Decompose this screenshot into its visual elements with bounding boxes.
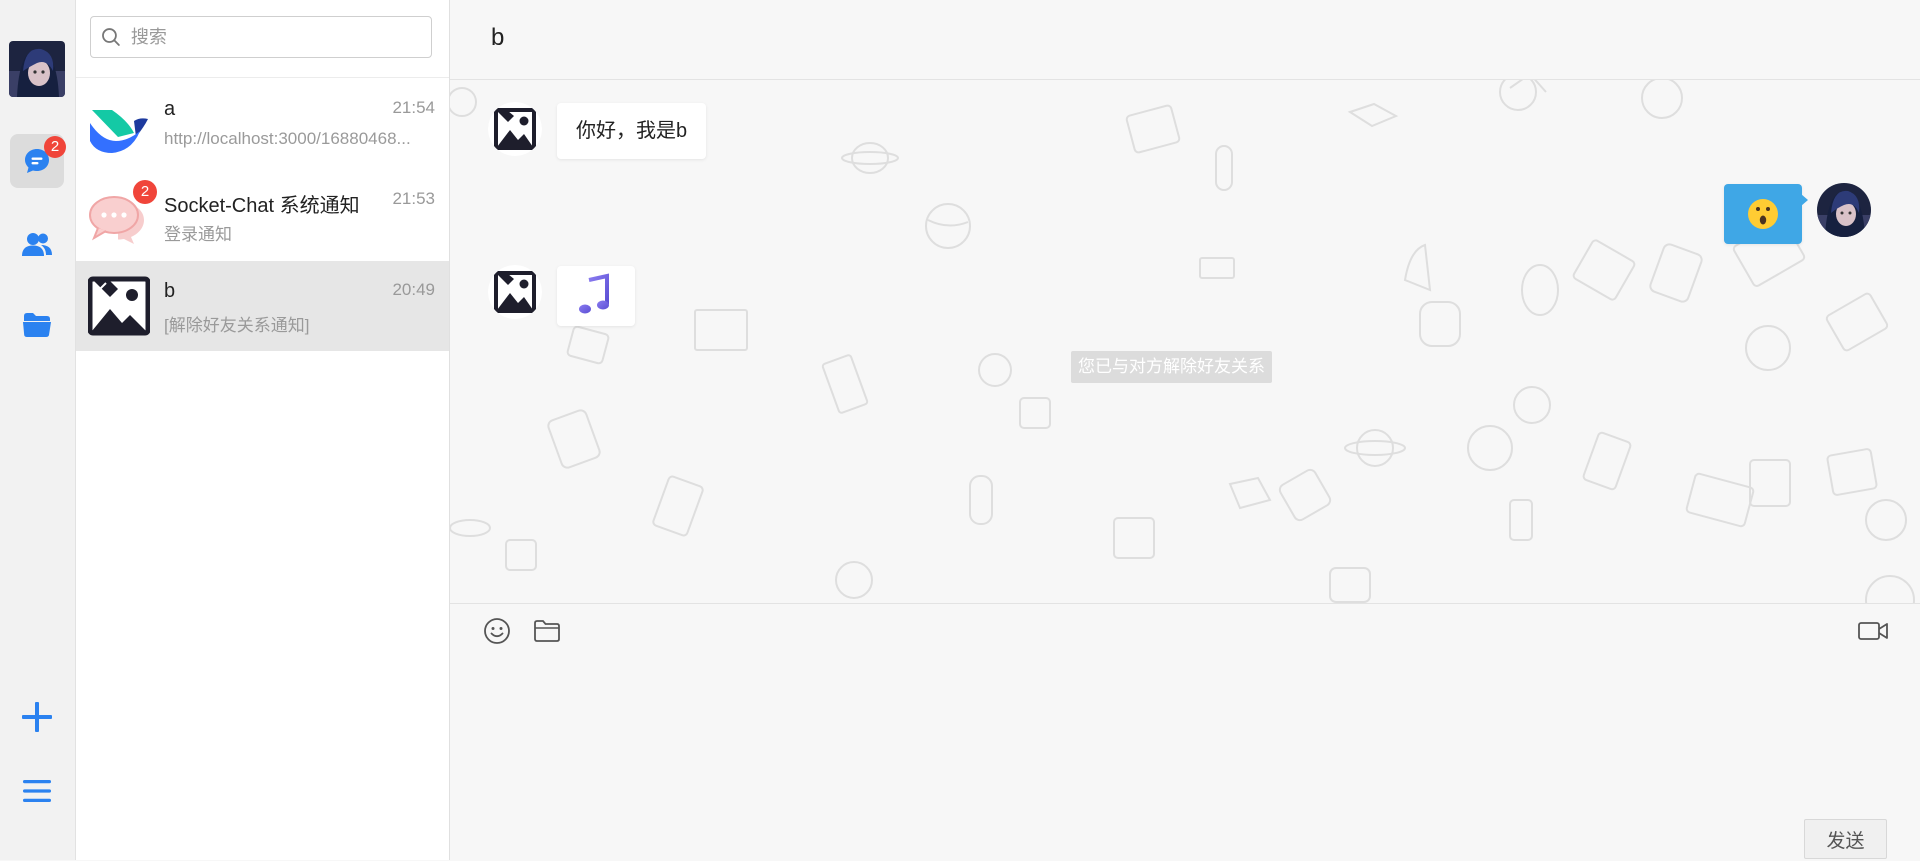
my-message-bubble[interactable] (1724, 184, 1808, 244)
conversation-item-b[interactable]: b 20:49 [解除好友关系通知] (76, 261, 449, 351)
divider (76, 77, 449, 78)
surprised-emoji-icon (1748, 199, 1778, 229)
search-icon (102, 28, 120, 46)
conversation-time: 20:49 (392, 280, 435, 299)
search-box[interactable] (90, 16, 432, 58)
conversation-item-system-notice[interactable]: 2 Socket-Chat 系统通知 21:53 登录通知 (76, 170, 449, 260)
folder-icon (23, 313, 51, 337)
chat-title: b (491, 24, 505, 51)
unread-badge: 2 (133, 180, 157, 204)
file-button[interactable] (532, 616, 562, 646)
message-composer[interactable]: 发送 (450, 603, 1920, 861)
conversation-name: a (164, 98, 176, 120)
smiley-icon (484, 618, 510, 644)
conversation-preview: 登录通知 (164, 225, 232, 244)
video-camera-icon (1858, 622, 1888, 640)
broken-image-icon (87, 275, 151, 337)
files-nav-button[interactable] (10, 297, 64, 351)
conversation-name: Socket-Chat 系统通知 (164, 195, 360, 217)
unread-badge: 2 (44, 136, 66, 158)
contact-avatar[interactable] (488, 265, 542, 319)
music-note-icon (579, 273, 609, 314)
chat-header: b (450, 0, 1920, 80)
conversation-time: 21:53 (392, 189, 435, 208)
left-rail: 2 (0, 0, 76, 860)
conversation-list: a 21:54 http://localhost:3000/16880468..… (76, 0, 450, 860)
message-text: 你好，我是b (576, 120, 688, 142)
folder-outline-icon (534, 620, 560, 642)
conversation-name: b (164, 280, 176, 302)
add-button[interactable] (10, 690, 64, 744)
conversation-time: 21:54 (392, 98, 435, 117)
feishu-logo-icon (88, 93, 150, 155)
send-button[interactable]: 发送 (1804, 819, 1887, 859)
contact-avatar[interactable] (488, 102, 542, 156)
menu-button[interactable] (10, 764, 64, 818)
audio-message-bubble[interactable] (557, 266, 635, 326)
emoji-button[interactable] (482, 616, 512, 646)
message-bubble[interactable]: 你好，我是b (557, 103, 707, 159)
search-input[interactable] (128, 25, 431, 49)
conversation-preview: http://localhost:3000/16880468... (164, 129, 411, 148)
contacts-nav-button[interactable] (10, 218, 64, 272)
chat-panel: b 你好，我是b 您已与对方解除好友关系 发送 (450, 0, 1920, 861)
plus-icon (22, 702, 52, 732)
video-call-button[interactable] (1855, 616, 1891, 646)
message-area[interactable]: 你好，我是b 您已与对方解除好友关系 (450, 80, 1920, 603)
hamburger-icon (23, 780, 51, 802)
conversation-preview: [解除好友关系通知] (164, 316, 310, 335)
contacts-icon (22, 233, 52, 256)
chat-nav-button[interactable]: 2 (10, 134, 66, 188)
user-avatar[interactable] (9, 41, 65, 97)
conversation-item-a[interactable]: a 21:54 http://localhost:3000/16880468..… (76, 79, 449, 169)
my-avatar[interactable] (1817, 183, 1871, 237)
system-notice: 您已与对方解除好友关系 (1071, 351, 1272, 383)
